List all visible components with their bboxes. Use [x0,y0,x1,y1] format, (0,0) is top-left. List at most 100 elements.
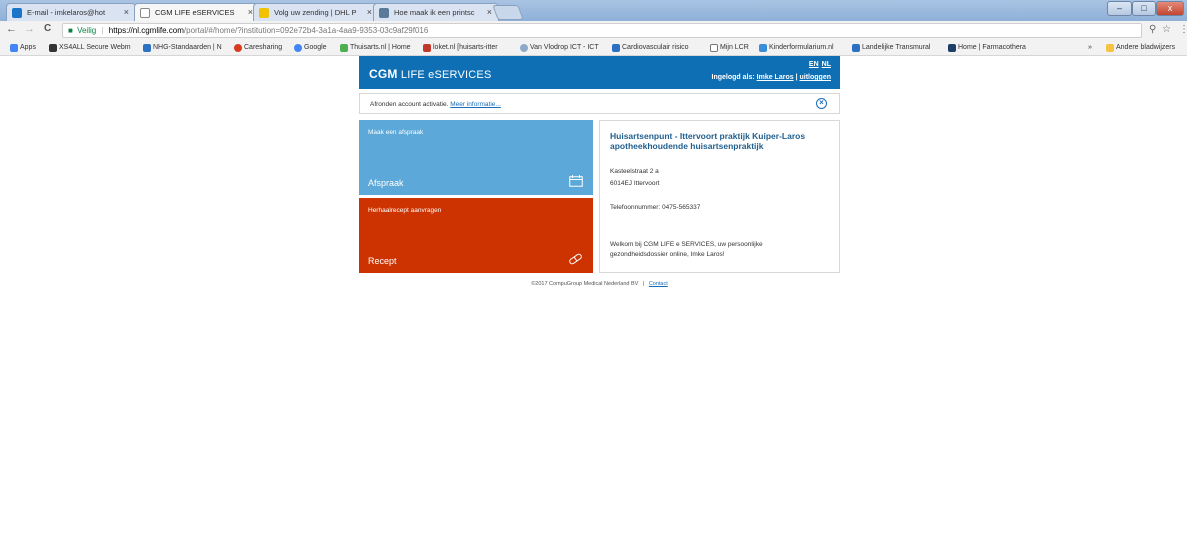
secure-label: Veilig [77,26,97,35]
lock-icon: ■ [68,26,73,35]
notice-message: Afronden account activatie. [370,101,449,108]
farmaco-icon [948,44,956,52]
practice-city: 6014EJ Ittervoort [610,180,660,187]
bookmarks-bar: Apps XS4ALL Secure Webm NHG-Standaarden … [0,40,1187,56]
language-switch: EN NL [806,61,831,68]
practice-street: Kasteelstraat 2 a [610,168,659,175]
bookmark-nhg[interactable]: NHG-Standaarden | N [143,42,229,54]
minimize-button[interactable]: – [1107,1,1132,16]
bookmark-cardiovasculair[interactable]: Cardiovasculair risico [612,42,706,54]
logo-rest-text: LIFE eSERVICES [400,69,492,81]
login-prefix: Ingelogd als: [711,74,755,81]
notice-text: Afronden account activatie. Meer informa… [370,101,501,108]
tab-label: CGM LIFE eSERVICES [155,8,235,17]
caresharing-icon [234,44,242,52]
pill-icon [569,253,582,265]
apps-icon [10,44,18,52]
bookmark-label: loket.nl [huisarts-itter [433,44,498,51]
tile-title: Recept [368,256,397,266]
prescription-tile[interactable]: Herhaalrecept aanvragen Recept [359,198,593,273]
tab-close-icon[interactable]: × [367,7,372,17]
vanvlodrop-icon [520,44,528,52]
user-name-link[interactable]: Imke Laros [757,74,794,81]
back-button[interactable]: ← [6,23,17,35]
tab-close-icon[interactable]: × [487,7,492,17]
cardio-icon [612,44,620,52]
forward-button[interactable]: → [24,23,35,35]
dhl-icon [259,8,269,18]
other-bookmarks-folder[interactable]: Andere bladwijzers [1106,42,1186,54]
bookmark-label: Van Vlodrop ICT - ICT [530,44,599,51]
bookmark-xs4all[interactable]: XS4ALL Secure Webm [49,42,139,54]
folder-icon [1106,44,1114,52]
browser-title-bar: E-mail - imkelaros@hot × CGM LIFE eSERVI… [0,0,1187,21]
bookmark-landelijke-transmuraal[interactable]: Landelijke Transmural [852,42,944,54]
lang-en-link[interactable]: EN [809,61,819,68]
address-bar[interactable]: ■ Veilig | https://nl.cgmlife.com/portal… [62,23,1142,38]
tile-subtitle: Maak een afspraak [368,129,424,136]
page-icon [140,8,150,18]
tile-title: Afspraak [368,178,404,188]
bookmark-caresharing[interactable]: Caresharing [234,42,289,54]
bookmark-label: Landelijke Transmural [862,44,931,51]
login-separator: | [795,74,798,81]
tile-subtitle: Herhaalrecept aanvragen [368,207,442,214]
loket-icon [423,44,431,52]
browser-tab-printscreen[interactable]: Hoe maak ik een printsc × [373,3,499,21]
browser-tab-email[interactable]: E-mail - imkelaros@hot × [6,3,136,21]
xs4all-icon [49,44,57,52]
tab-label: Hoe maak ik een printsc [394,8,475,17]
bookmark-label: Home | Farmacothera [958,44,1026,51]
browser-tab-cgm[interactable]: CGM LIFE eSERVICES × [134,3,260,21]
welcome-message: Welkom bij CGM LIFE e SERVICES, uw perso… [610,241,763,258]
more-info-link[interactable]: Meer informatie... [450,101,501,108]
image-icon [379,8,389,18]
tab-close-icon[interactable]: × [124,7,129,17]
address-separator: | [101,26,104,35]
bookmark-star-icon[interactable]: ☆ [1162,24,1171,35]
bookmark-kinderformularium[interactable]: Kinderformularium.nl [759,42,848,54]
footer-separator: | [642,281,645,287]
new-tab-button[interactable] [492,5,524,20]
practice-name: Huisartsenpunt - Ittervoort praktijk Kui… [610,131,806,151]
bookmark-mijnlcr[interactable]: Mijn LCR [710,42,755,54]
bookmark-apps[interactable]: Apps [10,42,44,54]
maximize-button[interactable]: □ [1132,1,1156,16]
logout-link[interactable]: uitloggen [800,74,832,81]
copyright-text: ©2017 CompuGroup Medical Nederland BV [531,281,639,287]
appointment-tile[interactable]: Maak een afspraak Afspraak [359,120,593,195]
menu-icon[interactable]: ⋮ [1179,24,1187,35]
practice-info-card: Huisartsenpunt - Ittervoort praktijk Kui… [599,120,840,273]
key-icon[interactable]: ⚲ [1149,24,1156,35]
bookmarks-overflow-button[interactable]: » [1088,42,1102,54]
bookmark-vanvlodrop[interactable]: Van Vlodrop ICT - ICT [520,42,609,54]
tab-label: Volg uw zending | DHL P [274,8,357,17]
nhg-icon [143,44,151,52]
reload-button[interactable]: C [44,23,51,34]
page-footer: ©2017 CompuGroup Medical Nederland BV | … [359,281,840,287]
calendar-icon [569,175,583,187]
practice-phone: Telefoonnummer: 0475-565337 [610,204,701,211]
cgm-logo[interactable]: CGM LIFE eSERVICES [369,67,492,81]
outlook-icon [12,8,22,18]
bookmark-farmacotherapeutisch[interactable]: Home | Farmacothera [948,42,1034,54]
bookmark-label: Kinderformularium.nl [769,44,834,51]
bookmark-thuisarts[interactable]: Thuisarts.nl | Home [340,42,418,54]
browser-tab-dhl[interactable]: Volg uw zending | DHL P × [253,3,379,21]
close-window-button[interactable]: x [1156,1,1184,16]
contact-link[interactable]: Contact [649,281,668,287]
close-icon[interactable]: × [816,98,827,109]
page-icon [710,44,718,52]
bookmark-label: Thuisarts.nl | Home [350,44,411,51]
bookmark-loket[interactable]: loket.nl [huisarts-itter [423,42,515,54]
bookmark-label: NHG-Standaarden | N [153,44,222,51]
kinderformularium-icon [759,44,767,52]
bookmark-label: Cardiovasculair risico [622,44,689,51]
url-host: https://nl.cgmlife.com [108,26,184,35]
bookmark-label: XS4ALL Secure Webm [59,44,131,51]
logo-bold-text: CGM [369,67,398,81]
site-header: CGM LIFE eSERVICES EN NL Ingelogd als: Im… [359,56,840,89]
bookmark-label: Google [304,44,327,51]
lang-nl-link[interactable]: NL [822,61,831,68]
bookmark-google[interactable]: Google [294,42,336,54]
